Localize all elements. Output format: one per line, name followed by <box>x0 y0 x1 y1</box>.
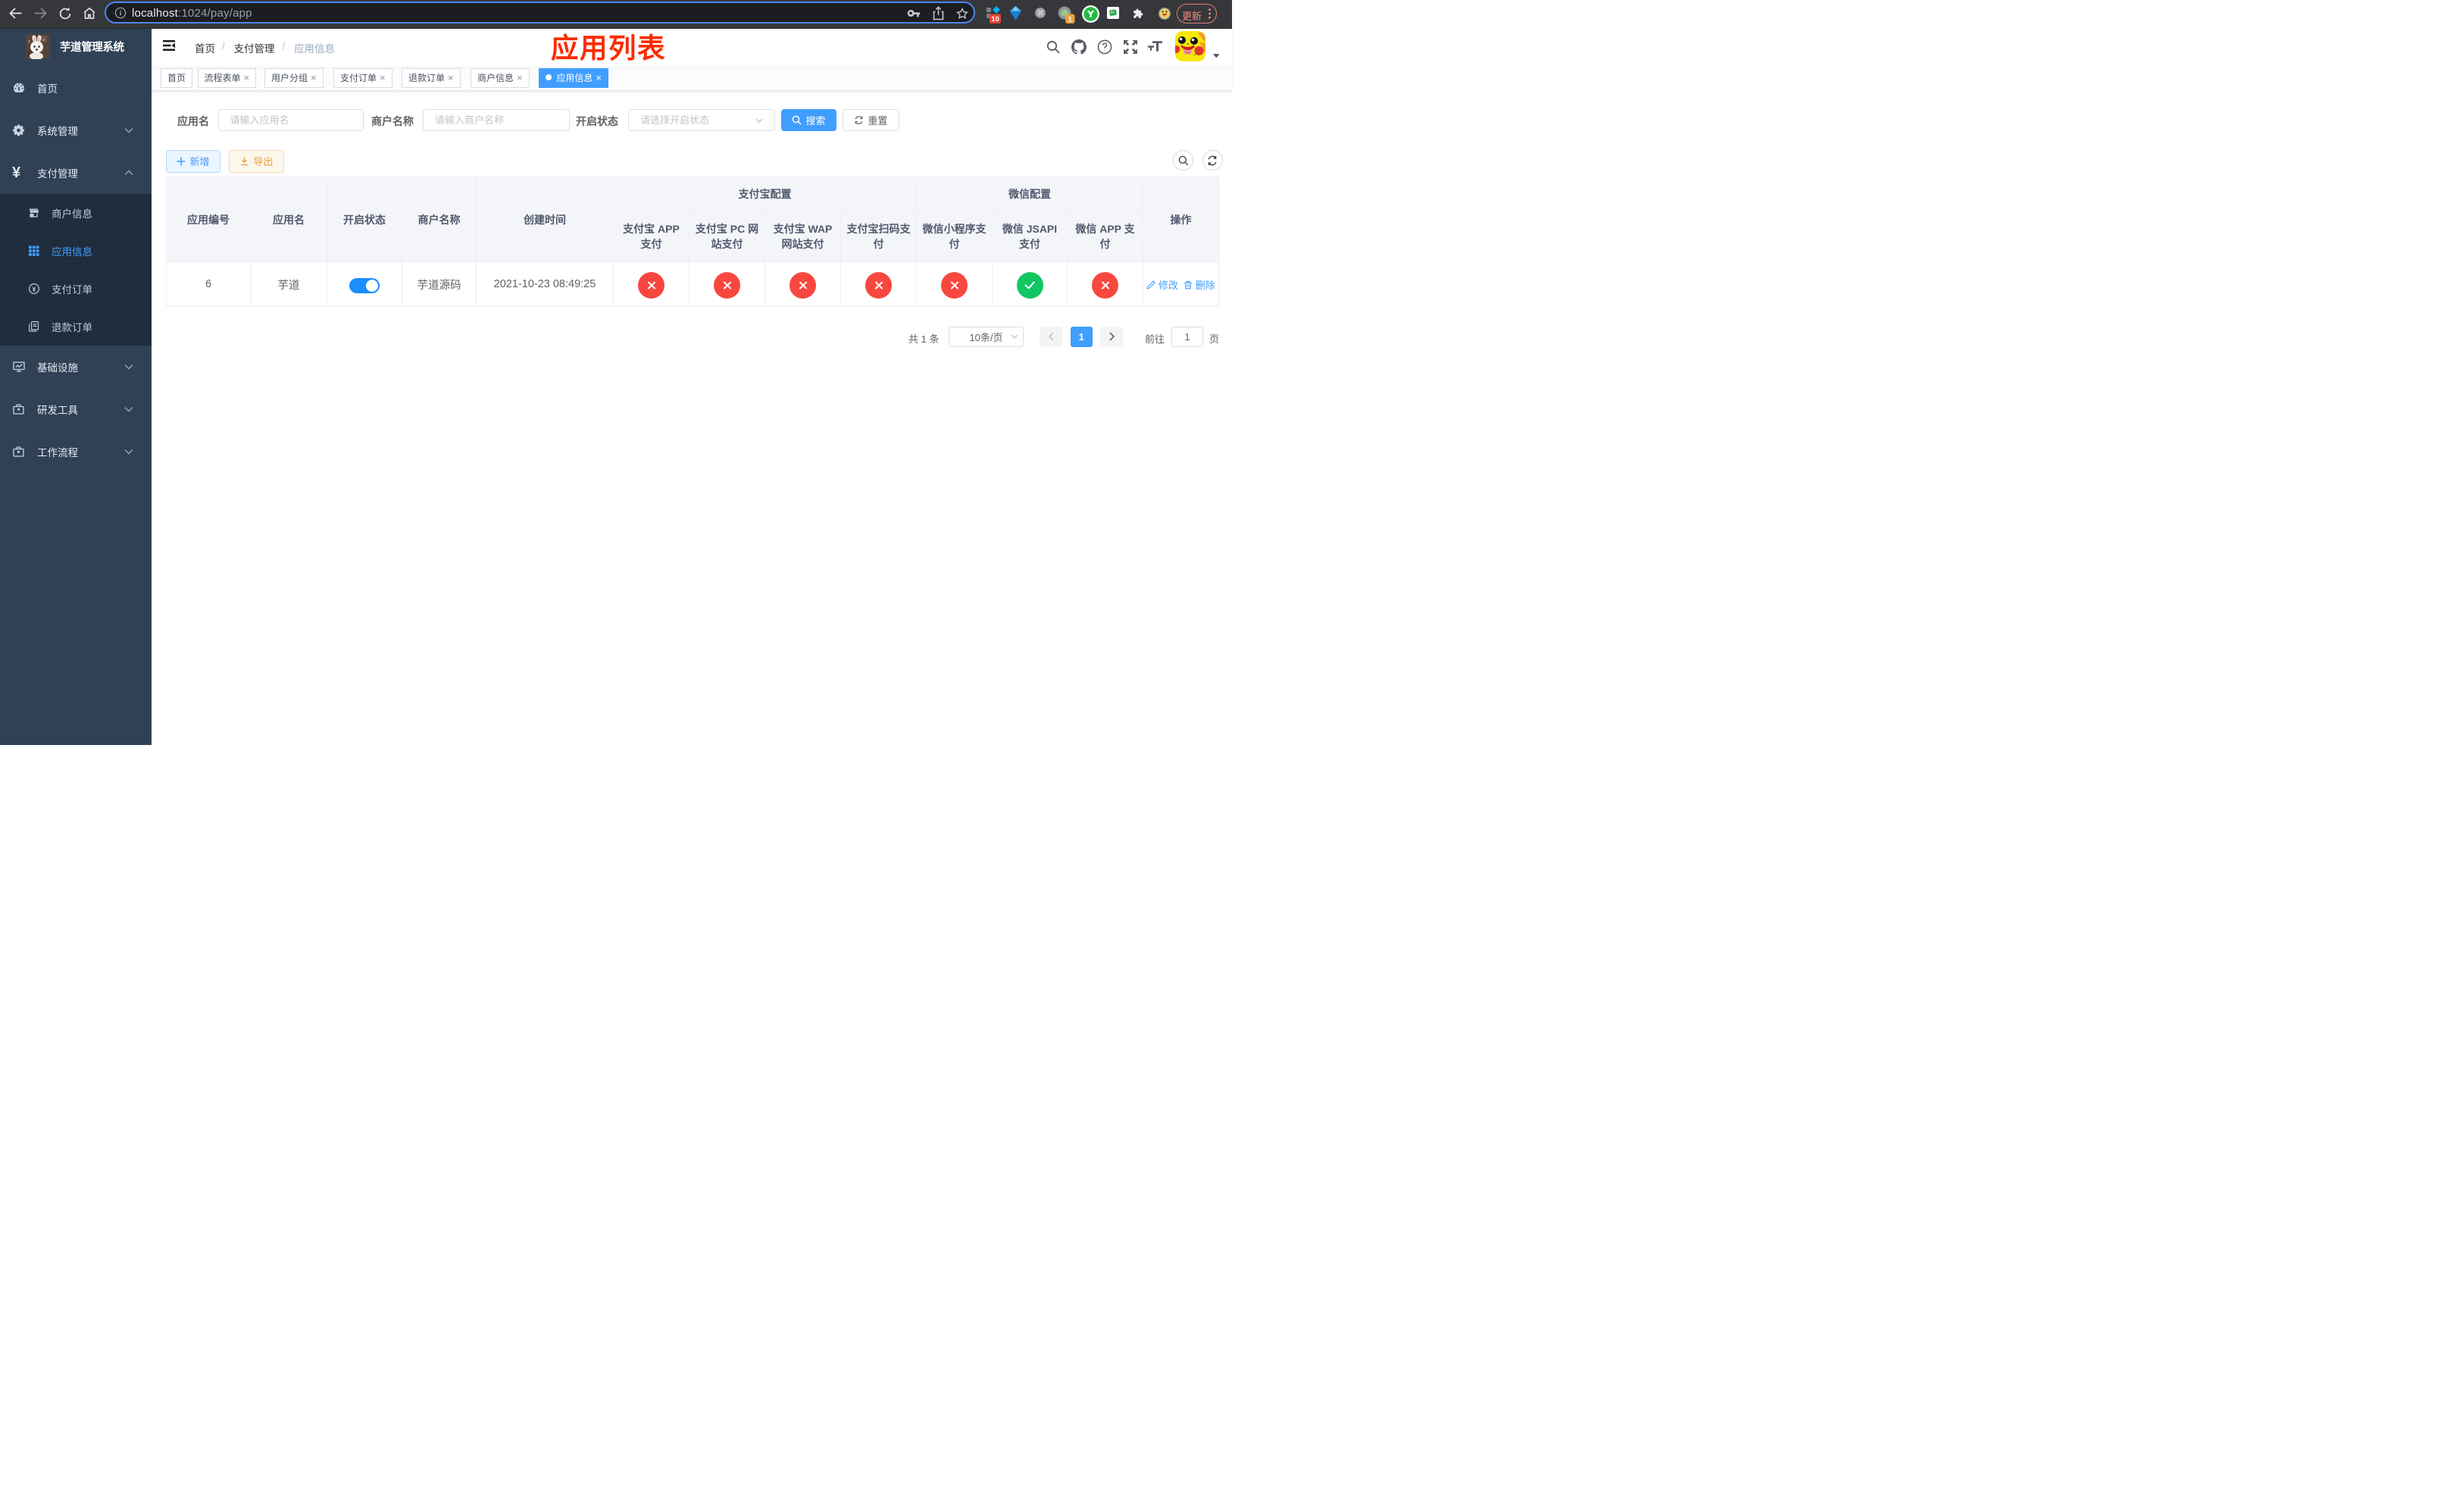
svg-text:10: 10 <box>991 15 999 23</box>
svg-text:1: 1 <box>1068 15 1073 23</box>
svg-text:⌘: ⌘ <box>1037 9 1044 17</box>
svg-text:¥: ¥ <box>33 285 36 293</box>
